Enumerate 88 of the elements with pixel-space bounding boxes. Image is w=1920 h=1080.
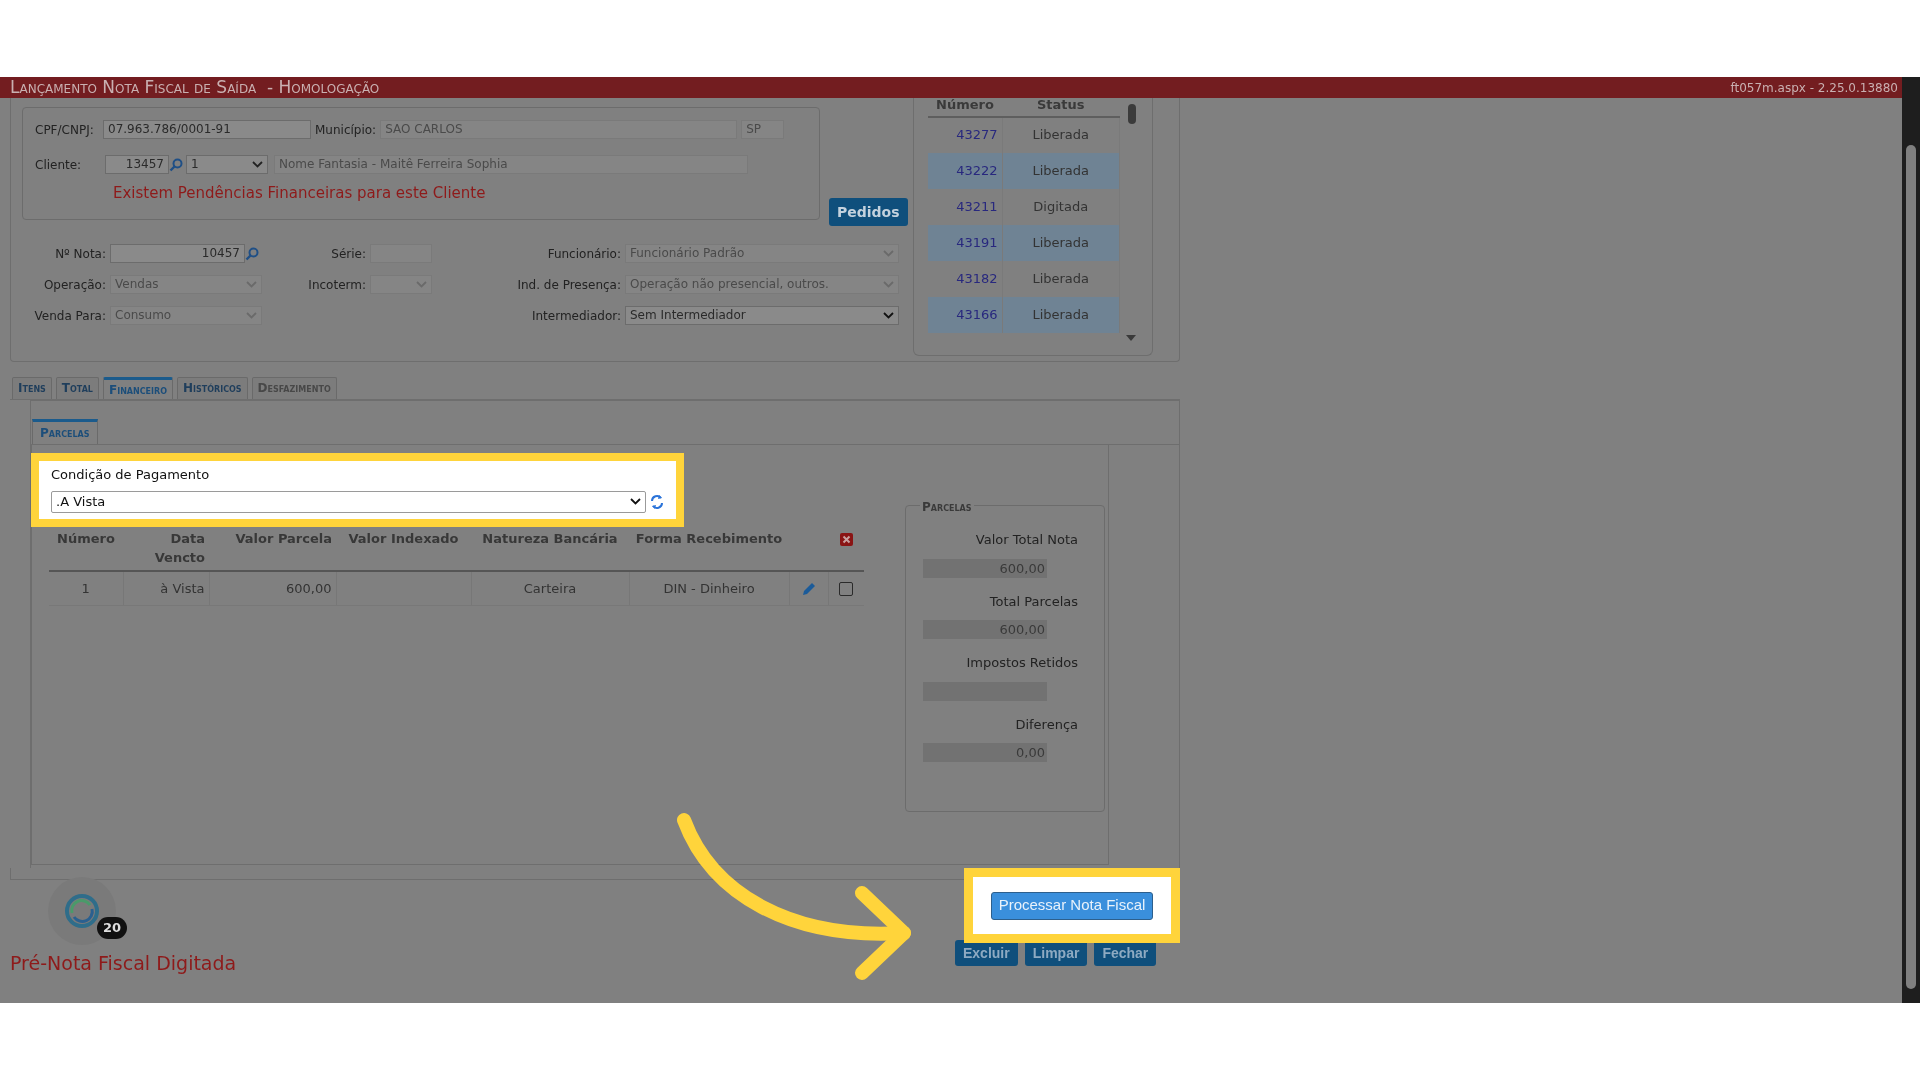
tab[interactable]: Parcelas [32,419,98,444]
order-status: Liberada [1002,116,1120,153]
order-number[interactable]: 43182 [928,260,1002,297]
notification-badge: 20 [97,917,128,939]
field-label: Ind. de Presença: [516,276,621,294]
payment-condition-select[interactable]: .A Vista [51,490,646,513]
chevron-down-icon [252,161,263,168]
page-title: Lançamento Nota Fiscal de Saída - Homologação [10,79,380,96]
field-label: Total Parcelas [988,592,1078,611]
scroll-down-icon [1126,335,1136,341]
chevron-down-icon [883,250,894,257]
order-status: Liberada [1002,260,1120,297]
scrollbar-thumb[interactable] [1906,145,1916,989]
column-header: Valor Indexado [336,526,471,571]
column-header: Forma Recebimento [629,526,789,571]
select-value: Sem Intermediador [630,307,746,324]
column-header: Data Vencto [123,526,209,571]
search-icon [169,157,183,172]
field-label: Diferença [1014,715,1078,734]
field-label: Operação: [42,276,106,294]
tab[interactable]: Itens [12,377,52,399]
field-label: Incoterm: [307,276,366,294]
chevron-down-icon [246,312,257,319]
chevron-down-icon [883,281,894,288]
table-cell: Carteira [471,570,629,606]
field-label: Condição de Pagamento [51,466,211,484]
chevron-down-icon [246,281,257,288]
select-value: 1 [191,156,199,173]
column-header: Status [1002,98,1120,117]
select-value: .A Vista [56,492,106,511]
status-text: Pré-Nota Fiscal Digitada [10,951,237,976]
field-label: Série: [330,245,366,263]
client-code-field[interactable]: 13457 [105,155,169,174]
order-status: Liberada [1002,152,1120,189]
value-field: 600,00 [923,558,1047,578]
field-label: Venda Para: [33,307,106,325]
trade-name-field: Nome Fantasia - Maitê Ferreira Sophia [274,155,748,174]
column-header: Natureza Bancária [471,526,629,571]
field-label: Valor Total Nota [974,531,1078,549]
client-select[interactable]: 1 [186,155,268,174]
select-field[interactable]: Sem Intermediador [625,306,899,325]
table-cell: 600,00 [209,570,336,606]
process-button[interactable]: Processar Nota Fiscal [990,891,1154,920]
tab[interactable]: Total [55,377,99,399]
version-text: ft057m.aspx - 2.25.0.13880 [1730,79,1898,97]
field-label: Nº Nota: [54,245,106,263]
field-label: Impostos Retidos [965,654,1078,672]
chevron-down-icon [630,498,641,505]
order-number[interactable]: 43222 [928,152,1002,189]
field-label: Cliente: [35,156,83,174]
column-header: Número [49,526,123,571]
order-number[interactable]: 43191 [928,224,1002,261]
order-number[interactable]: 43166 [928,296,1002,333]
field-label: Funcionário: [546,245,621,263]
order-status: Liberada [1002,296,1120,333]
field-label: Município: [315,121,377,139]
cpf-field[interactable]: 07.963.786/0001-91 [103,120,311,139]
order-status: Liberada [1002,224,1120,261]
tab[interactable]: Históricos [177,377,248,399]
chevron-down-icon [883,312,894,319]
select-value: Vendas [115,276,159,293]
city-field: SAO CARLOS [380,120,738,139]
order-number[interactable]: 43277 [928,116,1002,153]
order-status: Digitada [1002,188,1120,225]
refresh-icon [650,493,664,510]
input-field[interactable]: 10457 [110,244,245,263]
field-label: Intermediador: [530,307,621,325]
select-value: Funcionário Padrão [630,245,745,262]
value-field: 0,00 [923,743,1047,762]
table-cell: DIN - Dinheiro [629,570,789,606]
orders-button[interactable]: Pedidos [829,198,908,226]
table-cell: à Vista [123,570,209,606]
value-field: 600,00 [923,620,1047,639]
pencil-icon [800,581,817,597]
column-header: Número [928,98,1002,117]
table-cell: 1 [49,570,123,606]
order-number[interactable]: 43211 [928,188,1002,225]
warning-text: Existem Pendências Financeiras para este Cliente [113,183,487,204]
checkbox[interactable] [839,582,854,596]
field-label: CPF/CNPJ: [35,121,95,139]
state-field: SP [741,120,785,139]
scrollbar-thumb[interactable] [1128,104,1136,124]
column-header: Valor Parcela [209,526,336,571]
tab[interactable]: Financeiro [102,377,173,399]
delete-icon [839,532,853,546]
swirl-icon [64,893,100,929]
chevron-down-icon [416,281,427,288]
select-value: Consumo [115,307,172,324]
